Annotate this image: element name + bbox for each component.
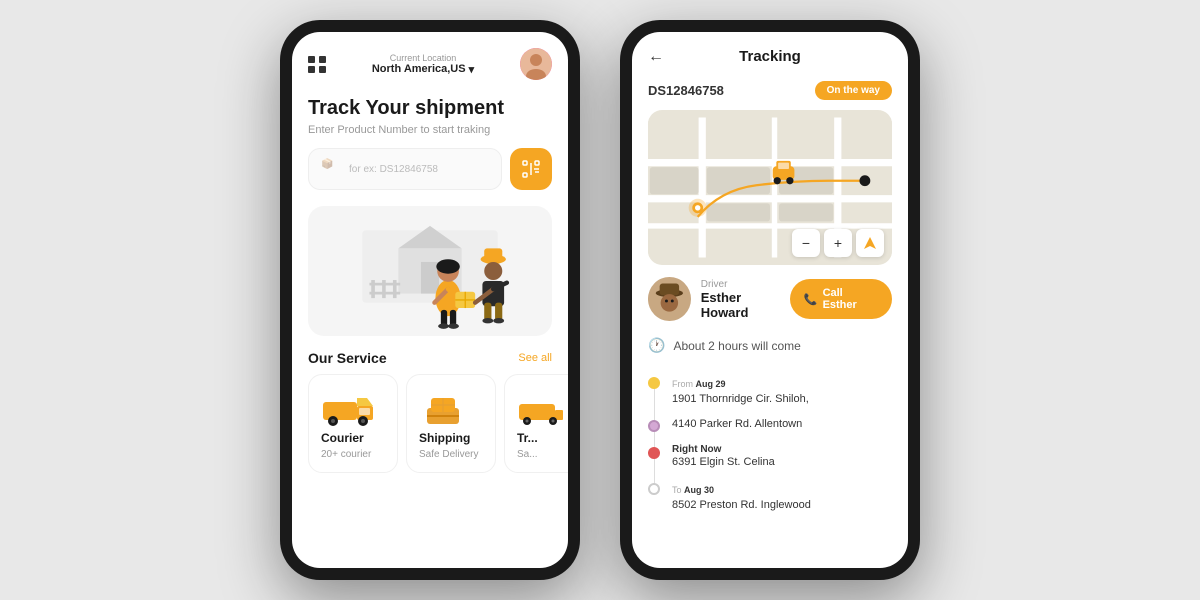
route-to-label: To Aug 30 (672, 485, 714, 495)
clock-icon: 🕐 (648, 337, 665, 354)
grid-icon[interactable] (308, 56, 326, 73)
scan-button[interactable] (510, 148, 552, 190)
courier-subtitle: 20+ courier (321, 449, 385, 460)
shipping-subtitle: Safe Delivery (419, 449, 483, 460)
tr-icon (517, 387, 568, 427)
route-content-now: Right Now 6391 Elgin St. Celina (672, 444, 892, 468)
page-title: Track Your shipment (292, 88, 568, 124)
route-now-label: Right Now (672, 444, 892, 455)
route-dot-now (648, 447, 660, 459)
driver-label: Driver (701, 279, 790, 290)
route-content-to: To Aug 30 8502 Preston Rd. Inglewood (672, 480, 892, 511)
shipping-icon (419, 387, 483, 427)
phone-1: Current Location North America,US ▾ Trac… (280, 20, 580, 580)
search-placeholder: for ex: DS12846758 (349, 164, 438, 175)
service-card-shipping[interactable]: Shipping Safe Delivery (406, 374, 496, 473)
route-content-from: From Aug 29 1901 Thornridge Cir. Shiloh, (672, 374, 892, 405)
route-dot-mid1 (648, 420, 660, 432)
driver-info: Driver Esther Howard (648, 277, 790, 321)
driver-name: Esther Howard (701, 290, 790, 320)
eta-row: 🕐 About 2 hours will come (632, 333, 908, 364)
zoom-out-button[interactable]: − (792, 229, 820, 257)
tracking-id-row: DS12846758 On the way (632, 81, 908, 110)
location-label: Current Location (390, 53, 457, 63)
service-header: Our Service See all (292, 336, 568, 374)
tr-subtitle: Sa... (517, 449, 568, 460)
phones-container: Current Location North America,US ▾ Trac… (280, 20, 920, 580)
eta-text: About 2 hours will come (673, 339, 800, 353)
route-mid1-address: 4140 Parker Rd. Allentown (672, 418, 892, 430)
route-to-date: Aug 30 (684, 485, 714, 495)
phone1-header: Current Location North America,US ▾ (292, 32, 568, 88)
phone-1-screen: Current Location North America,US ▾ Trac… (292, 32, 568, 568)
tracking-header: ← Tracking (632, 32, 908, 81)
tracking-title: Tracking (739, 48, 801, 65)
search-input[interactable]: 📦 for ex: DS12846758 (308, 148, 502, 190)
route-from-label: From Aug 29 (672, 379, 726, 389)
service-card-tr[interactable]: Tr... Sa... (504, 374, 568, 473)
phone-2-screen: ← Tracking DS12846758 On the way (632, 32, 908, 568)
phone-2: ← Tracking DS12846758 On the way (620, 20, 920, 580)
search-row: 📦 for ex: DS12846758 (292, 148, 568, 206)
delivery-illustration (308, 206, 552, 336)
driver-section: Driver Esther Howard 📞 Call Esther (632, 265, 908, 333)
route-now-address: 6391 Elgin St. Celina (672, 456, 892, 468)
driver-avatar (648, 277, 691, 321)
courier-icon (321, 387, 385, 427)
shipping-title: Shipping (419, 431, 483, 445)
route-content-mid1: 4140 Parker Rd. Allentown (672, 417, 892, 430)
service-cards: Courier 20+ courier (292, 374, 568, 473)
route-from-address: 1901 Thornridge Cir. Shiloh, (672, 393, 892, 405)
location-selector[interactable]: Current Location North America,US ▾ (372, 53, 474, 76)
user-avatar[interactable] (520, 48, 552, 80)
box-icon: 📦 (321, 159, 341, 179)
phone-icon: 📞 (804, 293, 818, 306)
map-controls: − + (792, 229, 884, 257)
status-badge: On the way (815, 81, 892, 100)
route-from-date: Aug 29 (696, 379, 726, 389)
route-list: From Aug 29 1901 Thornridge Cir. Shiloh,… (632, 364, 908, 521)
route-to-address: 8502 Preston Rd. Inglewood (672, 499, 892, 511)
route-item-to: To Aug 30 8502 Preston Rd. Inglewood (648, 474, 892, 517)
driver-text: Driver Esther Howard (701, 279, 790, 320)
courier-title: Courier (321, 431, 385, 445)
call-driver-button[interactable]: 📞 Call Esther (790, 279, 892, 319)
route-dot-from (648, 377, 660, 389)
tracking-id: DS12846758 (648, 83, 724, 98)
tr-title: Tr... (517, 431, 568, 445)
location-value: North America,US ▾ (372, 63, 474, 76)
zoom-in-button[interactable]: + (824, 229, 852, 257)
route-item-from: From Aug 29 1901 Thornridge Cir. Shiloh, (648, 368, 892, 411)
back-button[interactable]: ← (648, 48, 664, 66)
route-item-mid1: 4140 Parker Rd. Allentown (648, 411, 892, 438)
service-card-courier[interactable]: Courier 20+ courier (308, 374, 398, 473)
navigate-button[interactable] (856, 229, 884, 257)
route-dot-to (648, 483, 660, 495)
page-subtitle: Enter Product Number to start traking (292, 124, 568, 148)
route-item-now: Right Now 6391 Elgin St. Celina (648, 438, 892, 474)
dropdown-icon: ▾ (469, 63, 475, 76)
map-area: − + (648, 110, 892, 265)
service-title: Our Service (308, 350, 387, 366)
see-all-link[interactable]: See all (518, 352, 552, 364)
